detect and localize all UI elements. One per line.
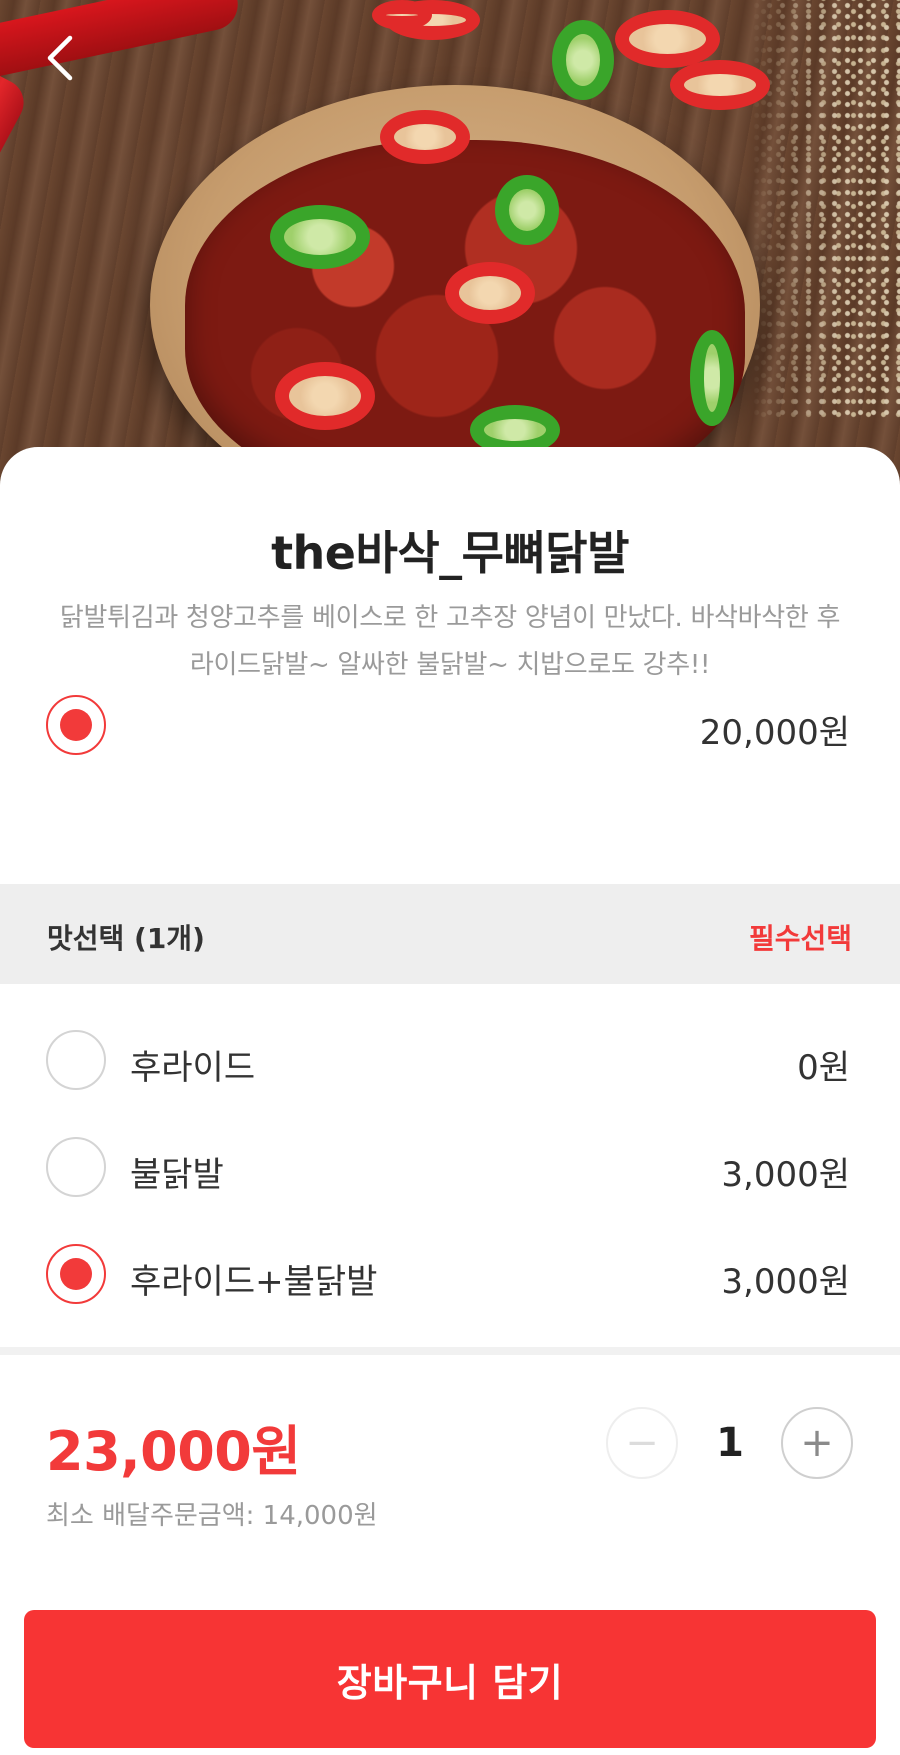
product-detail-screen: the바삭_무뼈닭발 닭발튀김과 청양고추를 베이스로 한 고추장 양념이 만났… <box>0 0 900 1755</box>
option-label: 불닭발 <box>130 1155 224 1195</box>
product-title: the바삭_무뼈닭발 <box>271 526 629 580</box>
radio-button-selected[interactable] <box>46 695 106 755</box>
minus-icon: − <box>625 1420 659 1466</box>
radio-button[interactable] <box>46 1137 106 1197</box>
add-to-cart-button[interactable]: 장바구니 담기 <box>24 1610 876 1748</box>
product-description: 닭발튀김과 청양고추를 베이스로 한 고추장 양념이 만났다. 바삭바삭한 후라… <box>59 603 841 680</box>
option-label: 후라이드+불닭발 <box>130 1262 378 1302</box>
chevron-left-icon <box>47 35 73 81</box>
option-price: 0원 <box>797 1048 850 1088</box>
option-price: 3,000원 <box>721 1155 850 1195</box>
pepper-slice <box>615 10 720 68</box>
plus-icon: + <box>800 1420 834 1466</box>
back-button[interactable] <box>38 30 82 86</box>
option-label: 후라이드 <box>130 1048 256 1088</box>
food-photo <box>0 0 900 500</box>
option-price: 3,000원 <box>721 1262 850 1302</box>
pepper-slice <box>270 205 370 269</box>
chili-pepper <box>0 60 32 464</box>
flavor-section-header: 맛선택 (1개) 필수선택 <box>0 884 900 984</box>
pepper-slice <box>445 262 535 324</box>
chicken-feet-dish <box>185 140 745 500</box>
quantity-value: 1 <box>716 1420 744 1466</box>
sesame-seeds <box>750 0 900 420</box>
section-title: 맛선택 (1개) <box>47 922 205 955</box>
pepper-slice <box>495 175 559 245</box>
quantity-decrease-button[interactable]: − <box>606 1407 678 1479</box>
radio-button[interactable] <box>46 1030 106 1090</box>
pepper-slice <box>552 20 614 100</box>
quantity-increase-button[interactable]: + <box>781 1407 853 1479</box>
pepper-slice <box>372 0 432 30</box>
required-badge: 필수선택 <box>748 922 852 955</box>
min-order-amount: 최소 배달주문금액: 14,000원 <box>46 1501 378 1531</box>
chili-pepper <box>0 0 243 79</box>
product-sheet: the바삭_무뼈닭발 닭발튀김과 청양고추를 베이스로 한 고추장 양념이 만났… <box>0 447 900 1755</box>
total-price: 23,000원 <box>46 1420 301 1483</box>
pepper-slice <box>275 362 375 430</box>
radio-button-selected[interactable] <box>46 1244 106 1304</box>
base-price: 20,000원 <box>699 713 850 753</box>
section-divider <box>0 1347 900 1355</box>
pepper-slice <box>670 60 770 110</box>
pepper-slice <box>690 330 734 426</box>
pepper-slice <box>380 110 470 164</box>
